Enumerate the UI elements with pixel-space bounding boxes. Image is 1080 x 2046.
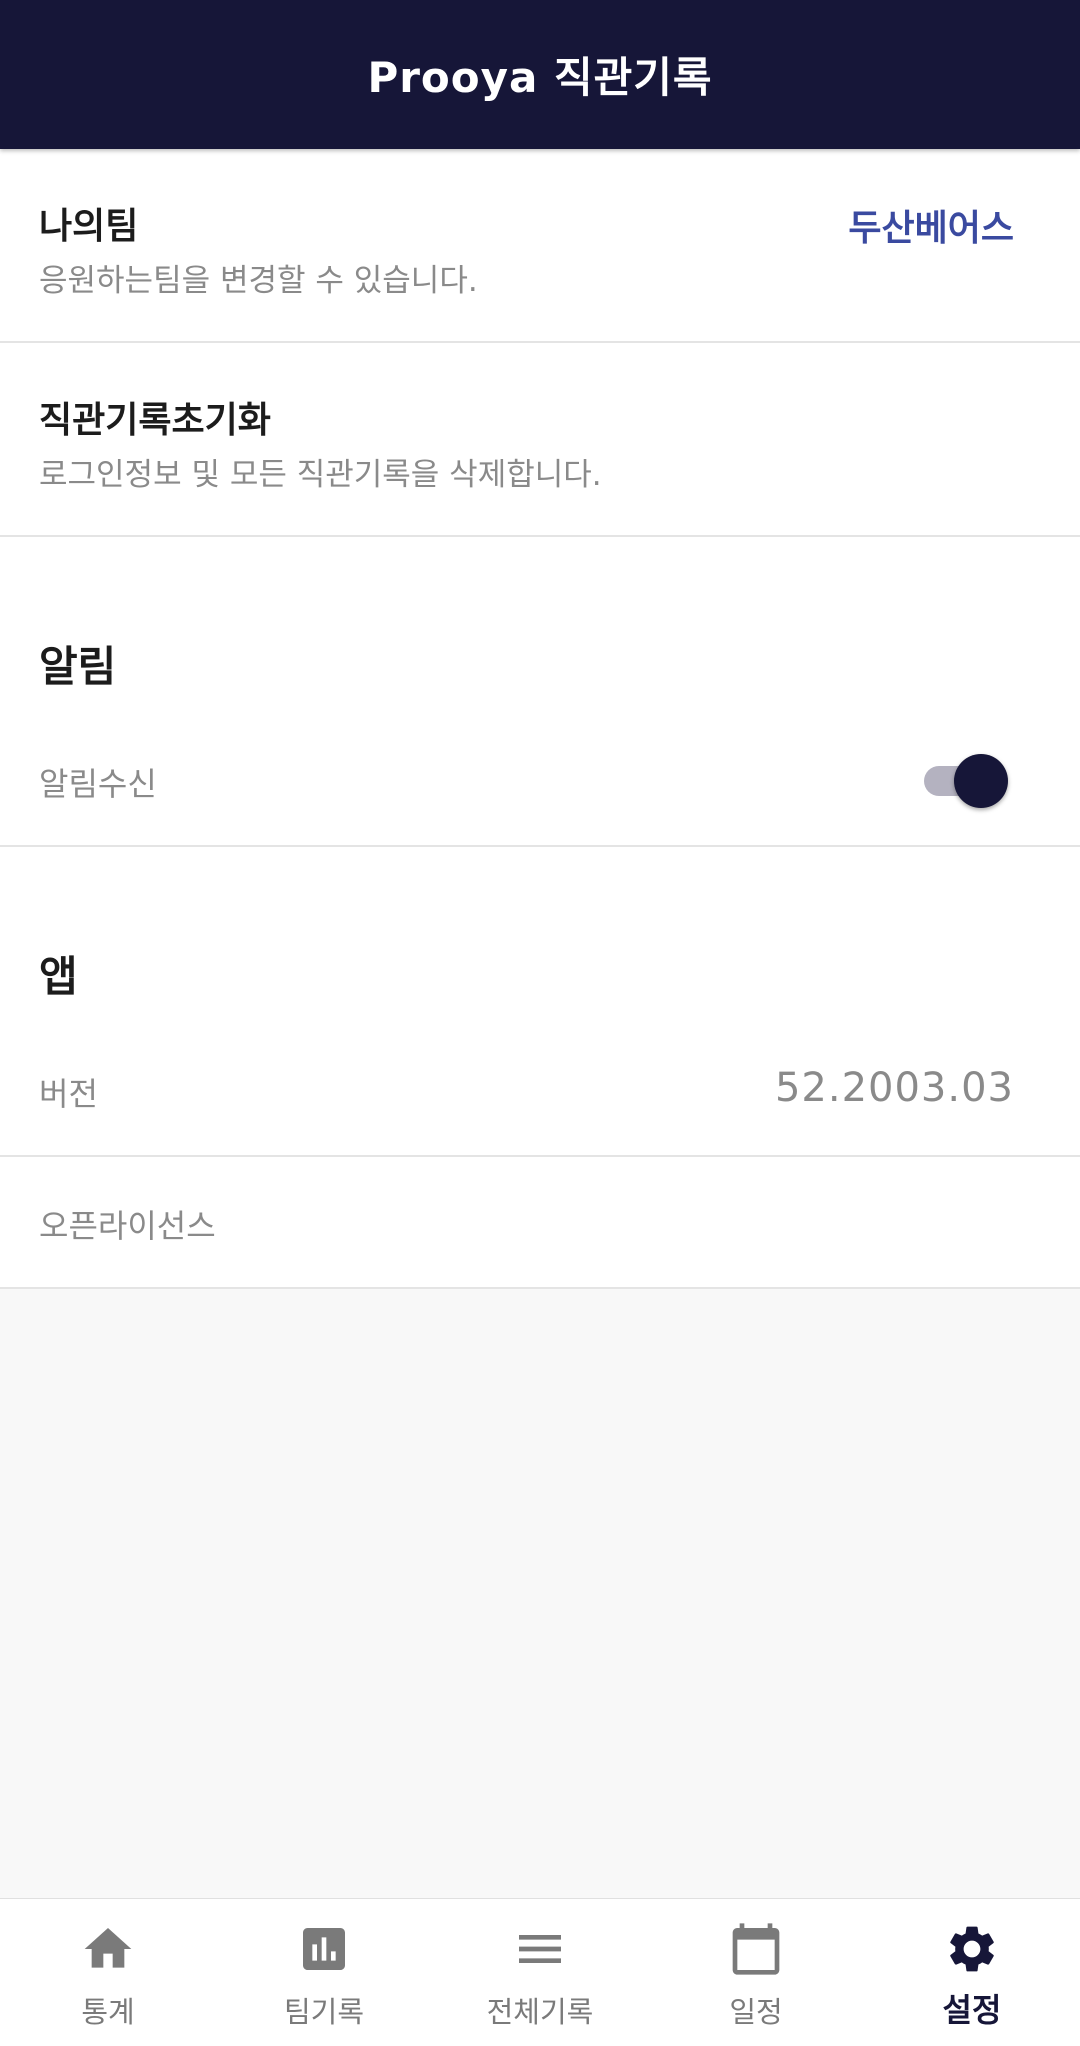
app-section-header: 앱 — [39, 952, 78, 1001]
nav-label-team-records: 팀기록 — [283, 1995, 365, 2029]
nav-label-settings: 설정 — [942, 1991, 1002, 2029]
nav-label-all-records: 전체기록 — [486, 1995, 594, 2029]
reset-records-title: 직관기록초기화 — [39, 400, 271, 441]
my-team-row[interactable]: 나의팀 응원하는팀을 변경할 수 있습니다. 두산베어스 — [0, 149, 1080, 341]
app-title: Prooya 직관기록 — [367, 53, 713, 102]
notifications-receive-label: 알림수신 — [39, 765, 157, 803]
reset-records-subtitle: 로그인정보 및 모든 직관기록을 삭제합니다. — [39, 457, 602, 493]
my-team-subtitle: 응원하는팀을 변경할 수 있습니다. — [39, 263, 478, 299]
nav-item-all-records[interactable]: 전체기록 — [432, 1899, 648, 2046]
app-bar: Prooya 직관기록 — [0, 0, 1080, 149]
divider — [0, 1287, 1080, 1289]
notifications-header: 알림 — [39, 642, 117, 691]
notifications-toggle[interactable] — [922, 752, 1008, 808]
menu-icon — [519, 1935, 561, 1963]
my-team-title: 나의팀 — [39, 206, 139, 247]
open-license-label: 오픈라이선스 — [39, 1207, 216, 1245]
version-value: 52.2003.03 — [774, 1065, 1014, 1111]
nav-label-schedule: 일정 — [729, 1995, 783, 2029]
nav-label-stats: 통계 — [81, 1995, 135, 2029]
app-section: 앱 버전 52.2003.03 — [0, 847, 1080, 1155]
bar-chart-icon — [303, 1928, 345, 1970]
notifications-section: 알림 알림수신 — [0, 537, 1080, 845]
my-team-value[interactable]: 두산베어스 — [848, 199, 1014, 251]
nav-item-stats[interactable]: 통계 — [0, 1899, 216, 2046]
nav-item-schedule[interactable]: 일정 — [648, 1899, 864, 2046]
calendar-icon — [732, 1923, 780, 1975]
gear-icon — [950, 1926, 994, 1972]
toggle-thumb — [954, 754, 1008, 808]
bottom-navigation: 통계 팀기록 전체기록 일정 설정 — [0, 1898, 1080, 2046]
reset-records-row[interactable]: 직관기록초기화 로그인정보 및 모든 직관기록을 삭제합니다. — [0, 343, 1080, 535]
nav-item-team-records[interactable]: 팀기록 — [216, 1899, 432, 2046]
nav-item-settings[interactable]: 설정 — [864, 1899, 1080, 2046]
open-license-row[interactable]: 오픈라이선스 — [0, 1157, 1080, 1287]
version-label: 버전 — [39, 1075, 98, 1113]
home-icon — [84, 1928, 132, 1968]
